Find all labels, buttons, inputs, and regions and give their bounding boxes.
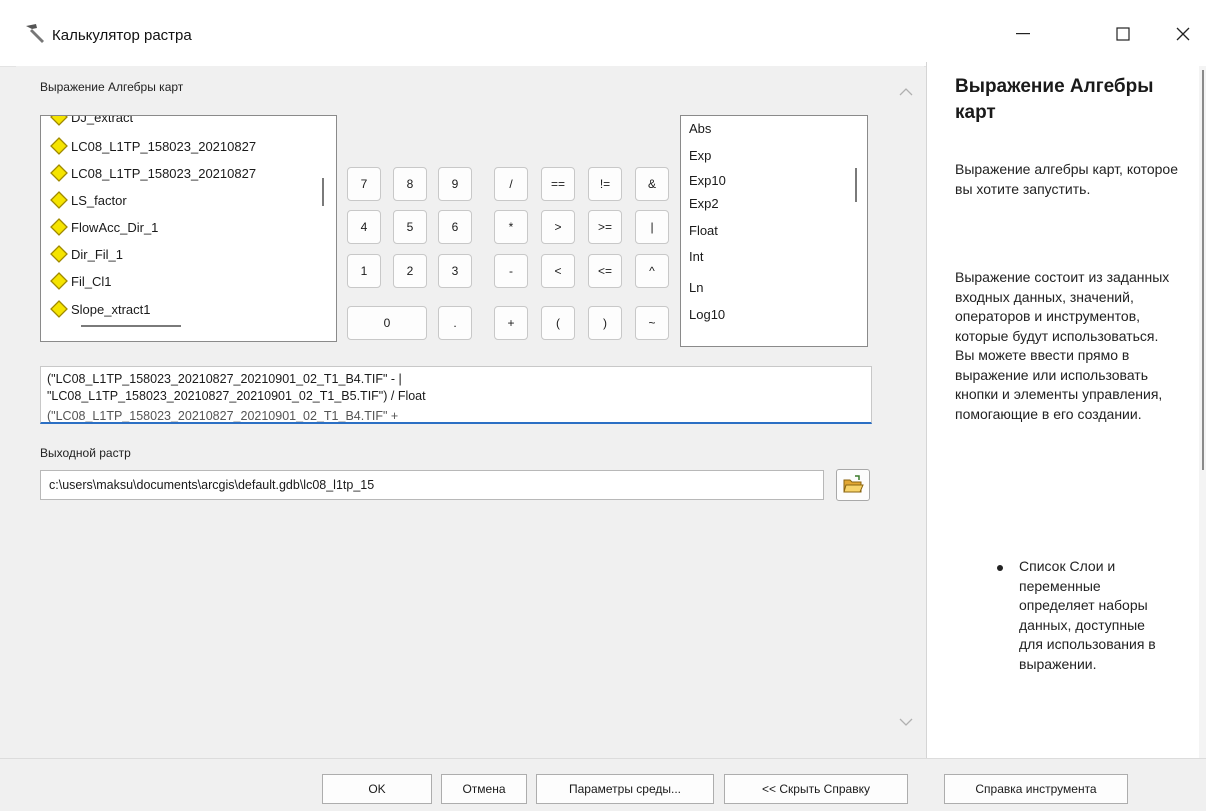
calc-button-not-equals[interactable]: != bbox=[588, 167, 622, 201]
calc-button-plus[interactable]: + bbox=[494, 306, 528, 340]
calc-button-divide[interactable]: / bbox=[494, 167, 528, 201]
browse-button[interactable] bbox=[836, 469, 870, 501]
layer-item[interactable]: Slope_xtract1 bbox=[49, 298, 151, 320]
layer-item[interactable]: LC08_L1TP_158023_20210827 bbox=[49, 162, 256, 184]
layers-horizontal-scroll-thumb[interactable] bbox=[81, 325, 181, 327]
calc-button-1[interactable]: 1 bbox=[347, 254, 381, 288]
function-item[interactable]: Exp10 bbox=[689, 173, 726, 188]
calc-button-equals[interactable]: == bbox=[541, 167, 575, 201]
calc-button-minus[interactable]: - bbox=[494, 254, 528, 288]
diamond-layer-icon bbox=[50, 218, 68, 236]
calc-button-less[interactable]: < bbox=[541, 254, 575, 288]
maximize-button[interactable] bbox=[1100, 14, 1146, 54]
minimize-icon bbox=[1016, 33, 1030, 35]
calc-button-6[interactable]: 6 bbox=[438, 210, 472, 244]
function-item[interactable]: Ln bbox=[689, 280, 703, 295]
calc-button-8[interactable]: 8 bbox=[393, 167, 427, 201]
help-paragraph: Выражение состоит из заданных входных да… bbox=[955, 269, 1170, 422]
functions-scroll-thumb[interactable] bbox=[855, 168, 857, 202]
close-button[interactable] bbox=[1160, 14, 1206, 54]
function-item[interactable]: Log10 bbox=[689, 307, 725, 322]
layers-vertical-scroll-thumb[interactable] bbox=[322, 178, 324, 206]
function-item[interactable]: Int bbox=[689, 249, 703, 264]
help-panel: Выражение Алгебры карт Выражение алгебры… bbox=[926, 62, 1206, 758]
diamond-layer-icon bbox=[50, 164, 68, 182]
folder-open-icon bbox=[843, 475, 864, 493]
layer-item[interactable]: Dir_Fil_1 bbox=[49, 243, 123, 265]
diamond-layer-icon bbox=[50, 272, 68, 290]
calc-button-decimal[interactable]: . bbox=[438, 306, 472, 340]
calc-button-or[interactable]: | bbox=[635, 210, 669, 244]
cancel-button[interactable]: Отмена bbox=[441, 774, 527, 804]
layer-item[interactable]: LC08_L1TP_158023_20210827 bbox=[49, 135, 256, 157]
help-scroll-thumb[interactable] bbox=[1202, 70, 1204, 470]
layer-item[interactable]: Fil_Cl1 bbox=[49, 270, 111, 292]
expression-line: ("LC08_L1TP_158023_20210827_20210901_02_… bbox=[47, 409, 399, 423]
function-item[interactable]: Float bbox=[689, 223, 718, 238]
calc-button-greater[interactable]: > bbox=[541, 210, 575, 244]
calc-button-and[interactable]: & bbox=[635, 167, 669, 201]
calc-button-0[interactable]: 0 bbox=[347, 306, 427, 340]
help-bullet: Список Слои и переменные определяет набо… bbox=[1019, 558, 1156, 672]
output-raster-label: Выходной растр bbox=[40, 446, 131, 460]
calc-button-greater-equal[interactable]: >= bbox=[588, 210, 622, 244]
expression-line: "LC08_L1TP_158023_20210827_20210901_02_T… bbox=[47, 389, 426, 403]
ok-button[interactable]: OK bbox=[322, 774, 432, 804]
help-paragraph: Выражение алгебры карт, которое вы хотит… bbox=[955, 161, 1178, 197]
layer-item[interactable]: DJ_extract bbox=[49, 116, 133, 128]
layers-list[interactable]: DJ_extract LC08_L1TP_158023_20210827 LC0… bbox=[40, 115, 337, 342]
calc-button-multiply[interactable]: * bbox=[494, 210, 528, 244]
calc-button-xor[interactable]: ^ bbox=[635, 254, 669, 288]
chevron-up-icon bbox=[899, 88, 913, 96]
calc-button-close-paren[interactable]: ) bbox=[588, 306, 622, 340]
environment-settings-button[interactable]: Параметры среды... bbox=[536, 774, 714, 804]
scroll-down-arrow[interactable] bbox=[896, 712, 916, 732]
calc-button-2[interactable]: 2 bbox=[393, 254, 427, 288]
calc-button-5[interactable]: 5 bbox=[393, 210, 427, 244]
expression-input[interactable]: ("LC08_L1TP_158023_20210827_20210901_02_… bbox=[40, 366, 872, 424]
calc-button-9[interactable]: 9 bbox=[438, 167, 472, 201]
minimize-button[interactable] bbox=[1000, 14, 1046, 54]
hammer-icon bbox=[26, 24, 44, 43]
function-item[interactable]: Exp bbox=[689, 148, 711, 163]
calc-button-3[interactable]: 3 bbox=[438, 254, 472, 288]
chevron-down-icon bbox=[899, 718, 913, 726]
maximize-icon bbox=[1116, 27, 1130, 41]
tool-help-button[interactable]: Справка инструмента bbox=[944, 774, 1128, 804]
function-item[interactable]: Exp2 bbox=[689, 196, 719, 211]
title-bar: Калькулятор растра bbox=[0, 0, 1206, 67]
diamond-layer-icon bbox=[50, 191, 68, 209]
diamond-layer-icon bbox=[50, 300, 68, 318]
diamond-layer-icon bbox=[50, 137, 68, 155]
diamond-layer-icon bbox=[50, 245, 68, 263]
map-algebra-label: Выражение Алгебры карт bbox=[40, 80, 184, 94]
hide-help-button[interactable]: << Скрыть Справку bbox=[724, 774, 908, 804]
layer-item[interactable]: FlowAcc_Dir_1 bbox=[49, 216, 158, 238]
functions-list[interactable]: Abs Exp Exp10 Exp2 Float Int Ln Log10 bbox=[680, 115, 868, 347]
calc-button-7[interactable]: 7 bbox=[347, 167, 381, 201]
calc-button-less-equal[interactable]: <= bbox=[588, 254, 622, 288]
calc-button-4[interactable]: 4 bbox=[347, 210, 381, 244]
expression-line: ("LC08_L1TP_158023_20210827_20210901_02_… bbox=[47, 372, 402, 386]
scroll-up-arrow[interactable] bbox=[896, 82, 916, 102]
help-title: Выражение Алгебры карт bbox=[955, 76, 1154, 123]
calc-button-not[interactable]: ~ bbox=[635, 306, 669, 340]
layer-item[interactable]: LS_factor bbox=[49, 189, 127, 211]
bullet-dot bbox=[997, 565, 1003, 571]
diamond-layer-icon bbox=[50, 116, 68, 126]
window-title: Калькулятор растра bbox=[52, 27, 192, 44]
function-item[interactable]: Abs bbox=[689, 121, 711, 136]
output-raster-field[interactable]: c:\users\maksu\documents\arcgis\default.… bbox=[40, 470, 824, 500]
close-icon bbox=[1176, 27, 1190, 41]
calc-button-open-paren[interactable]: ( bbox=[541, 306, 575, 340]
